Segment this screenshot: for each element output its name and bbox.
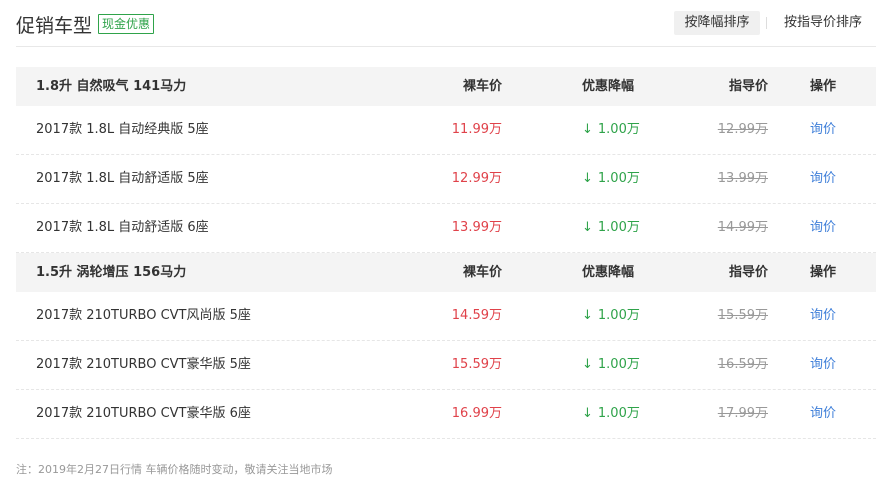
bare-price: 14.59万	[451, 308, 502, 323]
table-row: 2017款 1.8L 自动经典版 5座 11.99万 ↓ 1.00万 12.99万…	[16, 106, 876, 155]
section-title: 促销车型	[16, 15, 93, 37]
column-header-price: 裸车价	[462, 79, 502, 94]
down-arrow-icon: ↓	[582, 122, 593, 137]
discount-amount: 1.00万	[597, 406, 640, 421]
sort-by-guide-price-button[interactable]: 按指导价排序	[784, 11, 862, 35]
inquiry-link[interactable]: 询价	[810, 155, 836, 203]
inquiry-link[interactable]: 询价	[810, 106, 836, 154]
column-header-action: 操作	[810, 265, 837, 280]
table-row: 2017款 210TURBO CVT豪华版 5座 15.59万 ↓ 1.00万 1…	[16, 341, 876, 390]
discount-value: ↓ 1.00万	[582, 292, 640, 340]
guide-price: 17.99万	[717, 406, 768, 421]
column-header-price: 裸车价	[462, 265, 502, 280]
discount-amount: 1.00万	[597, 171, 640, 186]
model-name: 2017款 1.8L 自动舒适版 5座	[36, 171, 209, 186]
table-row: 2017款 1.8L 自动舒适版 6座 13.99万 ↓ 1.00万 14.99万…	[16, 204, 876, 253]
column-header-guide-price: 指导价	[728, 265, 768, 280]
column-header-guide-price: 指导价	[728, 79, 768, 94]
table-row: 2017款 210TURBO CVT豪华版 6座 16.99万 ↓ 1.00万 1…	[16, 390, 876, 439]
cash-discount-badge: 现金优惠	[98, 14, 155, 34]
sort-divider	[766, 17, 767, 29]
model-name: 2017款 210TURBO CVT豪华版 5座	[36, 357, 251, 372]
inquiry-link[interactable]: 询价	[810, 204, 836, 252]
table-row: 2017款 1.8L 自动舒适版 5座 12.99万 ↓ 1.00万 13.99万…	[16, 155, 876, 204]
engine-group-header: 1.8升 自然吸气 141马力 裸车价 优惠降幅 指导价 操作	[16, 67, 876, 106]
section-header: 促销车型 现金优惠 按降幅排序 按指导价排序	[16, 0, 876, 47]
inquiry-link[interactable]: 询价	[810, 341, 836, 389]
discount-amount: 1.00万	[597, 357, 640, 372]
model-name: 2017款 210TURBO CVT豪华版 6座	[36, 406, 251, 421]
bare-price: 15.59万	[451, 357, 502, 372]
model-name: 2017款 210TURBO CVT风尚版 5座	[36, 308, 251, 323]
discount-value: ↓ 1.00万	[582, 341, 640, 389]
discount-value: ↓ 1.00万	[582, 106, 640, 154]
guide-price: 13.99万	[717, 171, 768, 186]
guide-price: 16.59万	[717, 357, 768, 372]
bare-price: 12.99万	[451, 171, 502, 186]
column-header-discount: 优惠降幅	[582, 265, 635, 280]
inquiry-link[interactable]: 询价	[810, 292, 836, 340]
down-arrow-icon: ↓	[582, 220, 593, 235]
bare-price: 16.99万	[451, 406, 502, 421]
engine-group-name: 1.8升 自然吸气 141马力	[36, 79, 187, 94]
engine-group-header: 1.5升 涡轮增压 156马力 裸车价 优惠降幅 指导价 操作	[16, 253, 876, 292]
column-header-action: 操作	[810, 79, 837, 94]
price-disclaimer: 注：2019年2月27日行情 车辆价格随时变动，敬请关注当地市场	[16, 463, 333, 476]
guide-price: 12.99万	[717, 122, 768, 137]
guide-price: 15.59万	[717, 308, 768, 323]
down-arrow-icon: ↓	[582, 406, 593, 421]
sort-by-discount-button[interactable]: 按降幅排序	[674, 11, 760, 35]
model-name: 2017款 1.8L 自动舒适版 6座	[36, 220, 209, 235]
discount-value: ↓ 1.00万	[582, 390, 640, 438]
bare-price: 13.99万	[451, 220, 502, 235]
discount-value: ↓ 1.00万	[582, 155, 640, 203]
down-arrow-icon: ↓	[582, 171, 593, 186]
engine-group-name: 1.5升 涡轮增压 156马力	[36, 265, 187, 280]
discount-amount: 1.00万	[597, 308, 640, 323]
bare-price: 11.99万	[451, 122, 502, 137]
discount-amount: 1.00万	[597, 220, 640, 235]
promo-table: 1.8升 自然吸气 141马力 裸车价 优惠降幅 指导价 操作 2017款 1.…	[16, 67, 876, 439]
down-arrow-icon: ↓	[582, 308, 593, 323]
down-arrow-icon: ↓	[582, 357, 593, 372]
discount-amount: 1.00万	[597, 122, 640, 137]
inquiry-link[interactable]: 询价	[810, 390, 836, 438]
table-row: 2017款 210TURBO CVT风尚版 5座 14.59万 ↓ 1.00万 1…	[16, 292, 876, 341]
column-header-discount: 优惠降幅	[582, 79, 635, 94]
model-name: 2017款 1.8L 自动经典版 5座	[36, 122, 209, 137]
discount-value: ↓ 1.00万	[582, 204, 640, 252]
guide-price: 14.99万	[717, 220, 768, 235]
